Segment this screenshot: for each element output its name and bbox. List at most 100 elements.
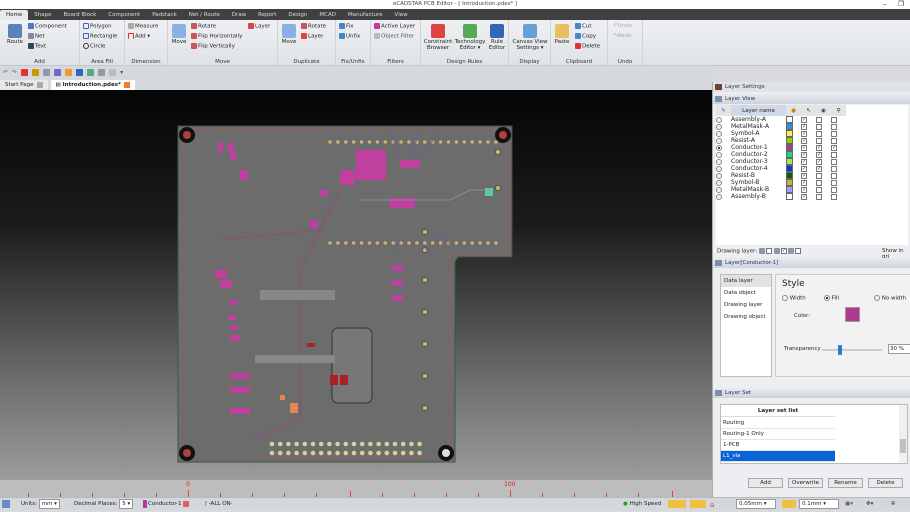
transparency-input[interactable]: 30 % xyxy=(888,344,910,354)
no-width-radio[interactable]: No width xyxy=(874,295,906,302)
grid1-select[interactable]: 0.05mm ▾ xyxy=(736,498,776,510)
snap-checkbox[interactable] xyxy=(831,123,837,130)
active-layer-radio[interactable] xyxy=(716,158,722,165)
overwrite-button[interactable]: Overwrite xyxy=(788,478,823,488)
snap-checkbox[interactable] xyxy=(831,137,837,144)
layer-row[interactable]: Assembly-B ✓ xyxy=(716,193,846,200)
detail-nav-item[interactable]: Data layer xyxy=(721,275,771,287)
tab-design[interactable]: Design xyxy=(282,10,313,20)
layer-name[interactable]: Conductor-1 xyxy=(731,144,786,151)
tab-draw[interactable]: Draw xyxy=(226,10,252,20)
tool-icon[interactable] xyxy=(109,68,117,76)
layer-color-swatch[interactable] xyxy=(786,186,793,193)
tab-report[interactable]: Report xyxy=(252,10,282,20)
layer-set-item[interactable]: Routing xyxy=(721,418,835,429)
visible-checkbox[interactable] xyxy=(816,186,822,193)
layer-color-swatch[interactable] xyxy=(786,158,793,165)
layer-name[interactable]: Symbol-B xyxy=(731,179,786,186)
layer-name[interactable]: Resist-B xyxy=(731,172,786,179)
checkbox[interactable]: ✓ xyxy=(780,248,787,254)
text-button[interactable]: Text xyxy=(28,43,46,50)
constraint-browser-button[interactable]: Constraint Browser xyxy=(423,24,453,51)
tool-icon[interactable] xyxy=(65,68,73,76)
grid-snap-button[interactable] xyxy=(782,500,796,508)
visible-checkbox[interactable]: ✓ xyxy=(816,158,822,165)
layer-set-header[interactable]: Layer Set xyxy=(713,388,910,398)
layer-row[interactable]: Symbol-A ✓ xyxy=(716,130,846,137)
selectable-checkbox[interactable]: ✓ xyxy=(801,151,807,158)
decimal-select[interactable]: 5 ▾ xyxy=(119,498,134,509)
selectable-checkbox[interactable]: ✓ xyxy=(801,165,807,172)
visible-checkbox[interactable] xyxy=(816,193,822,200)
active-layer-radio[interactable] xyxy=(716,130,722,137)
layer-name[interactable]: MetalMask-A xyxy=(731,123,786,130)
active-layer-radio[interactable] xyxy=(716,193,722,200)
selectable-checkbox[interactable]: ✓ xyxy=(801,137,807,144)
minimize-button[interactable]: – xyxy=(883,0,887,8)
tool-icon[interactable] xyxy=(87,68,95,76)
active-layer-radio[interactable] xyxy=(716,151,722,158)
selectable-checkbox[interactable]: ✓ xyxy=(801,193,807,200)
pcb-canvas[interactable] xyxy=(0,90,712,480)
selectable-checkbox[interactable]: ✓ xyxy=(801,130,807,137)
active-layer-radio[interactable] xyxy=(716,123,722,130)
visible-checkbox[interactable]: ✓ xyxy=(816,165,822,172)
delete-button[interactable]: Delete xyxy=(575,43,600,50)
layer-color-swatch[interactable] xyxy=(786,116,793,123)
visible-checkbox[interactable] xyxy=(816,116,822,123)
detail-nav-item[interactable]: Drawing layer xyxy=(721,299,771,311)
detail-nav-item[interactable]: Data object xyxy=(721,287,771,299)
active-layer-radio[interactable] xyxy=(716,186,722,193)
rotate-button[interactable]: Rotate xyxy=(191,23,216,30)
snap-checkbox[interactable] xyxy=(831,116,837,123)
visible-checkbox[interactable] xyxy=(816,137,822,144)
layer-row[interactable]: Conductor-3 ✓ ✓ xyxy=(716,158,846,165)
transparency-slider[interactable] xyxy=(822,345,882,355)
active-layer-radio[interactable] xyxy=(716,179,722,186)
tab-manufacture[interactable]: Manufacture xyxy=(342,10,389,20)
selectable-checkbox[interactable]: ✓ xyxy=(801,158,807,165)
component-button[interactable]: Component xyxy=(28,23,67,30)
layer-detail-header[interactable]: Layer[Conductor-1] xyxy=(713,258,910,268)
tab-component[interactable]: Component xyxy=(102,10,146,20)
duplicate-layer-button[interactable]: Layer xyxy=(301,33,323,40)
layer-name[interactable]: Conductor-2 xyxy=(731,151,786,158)
close-icon[interactable] xyxy=(36,81,43,88)
active-layer-radio[interactable] xyxy=(716,165,722,172)
customize-icon[interactable]: ▾ xyxy=(120,69,123,76)
flip-horizontally-button[interactable]: Flip Horizontally xyxy=(191,33,242,40)
delete-button[interactable]: Delete xyxy=(868,478,903,488)
layer-name[interactable]: Conductor-4 xyxy=(731,165,786,172)
redo-icon[interactable]: ↷ xyxy=(12,69,17,76)
move-button[interactable]: Move xyxy=(171,24,187,45)
canvas-view-settings-button[interactable]: Canvas View Settings ▾ xyxy=(511,24,549,51)
tool-icon[interactable] xyxy=(54,68,62,76)
tab-view[interactable]: View xyxy=(389,10,414,20)
net-button[interactable]: Net xyxy=(28,33,45,40)
checkbox[interactable] xyxy=(795,248,802,254)
move-layer-button[interactable]: Layer xyxy=(248,23,270,30)
selectable-checkbox[interactable]: ✓ xyxy=(801,144,807,151)
layer-color-swatch[interactable] xyxy=(786,179,793,186)
tool-icon[interactable] xyxy=(98,68,106,76)
active-layer-radio[interactable] xyxy=(716,137,722,144)
duplicate-rotate-button[interactable]: Rotate xyxy=(301,23,326,30)
tab-home[interactable]: Home xyxy=(0,10,29,20)
snap-checkbox[interactable]: ✓ xyxy=(831,144,837,151)
tab-board-block[interactable]: Board Block xyxy=(57,10,102,20)
layer-name[interactable]: Assembly-B xyxy=(731,193,786,200)
active-layer-radio[interactable] xyxy=(716,144,722,151)
active-layer-radio[interactable] xyxy=(716,116,722,123)
slider-thumb[interactable] xyxy=(838,345,842,355)
visible-checkbox[interactable]: ✓ xyxy=(816,144,822,151)
layer-row[interactable]: Assembly-A ✓ xyxy=(716,116,846,123)
layer-view-header[interactable]: Layer View xyxy=(713,94,910,104)
undo-button[interactable]: ↶Undo xyxy=(613,23,632,29)
route-mode-button[interactable] xyxy=(690,500,706,508)
layer-color-swatch[interactable] xyxy=(786,130,793,137)
layer-name[interactable]: Symbol-A xyxy=(731,130,786,137)
display-icon[interactable]: ▣▾ xyxy=(845,498,853,510)
view-mode-icon[interactable] xyxy=(2,500,10,508)
layer-row[interactable]: Conductor-4 ✓ ✓ xyxy=(716,165,846,172)
flip-vertically-button[interactable]: Flip Vertically xyxy=(191,43,235,50)
